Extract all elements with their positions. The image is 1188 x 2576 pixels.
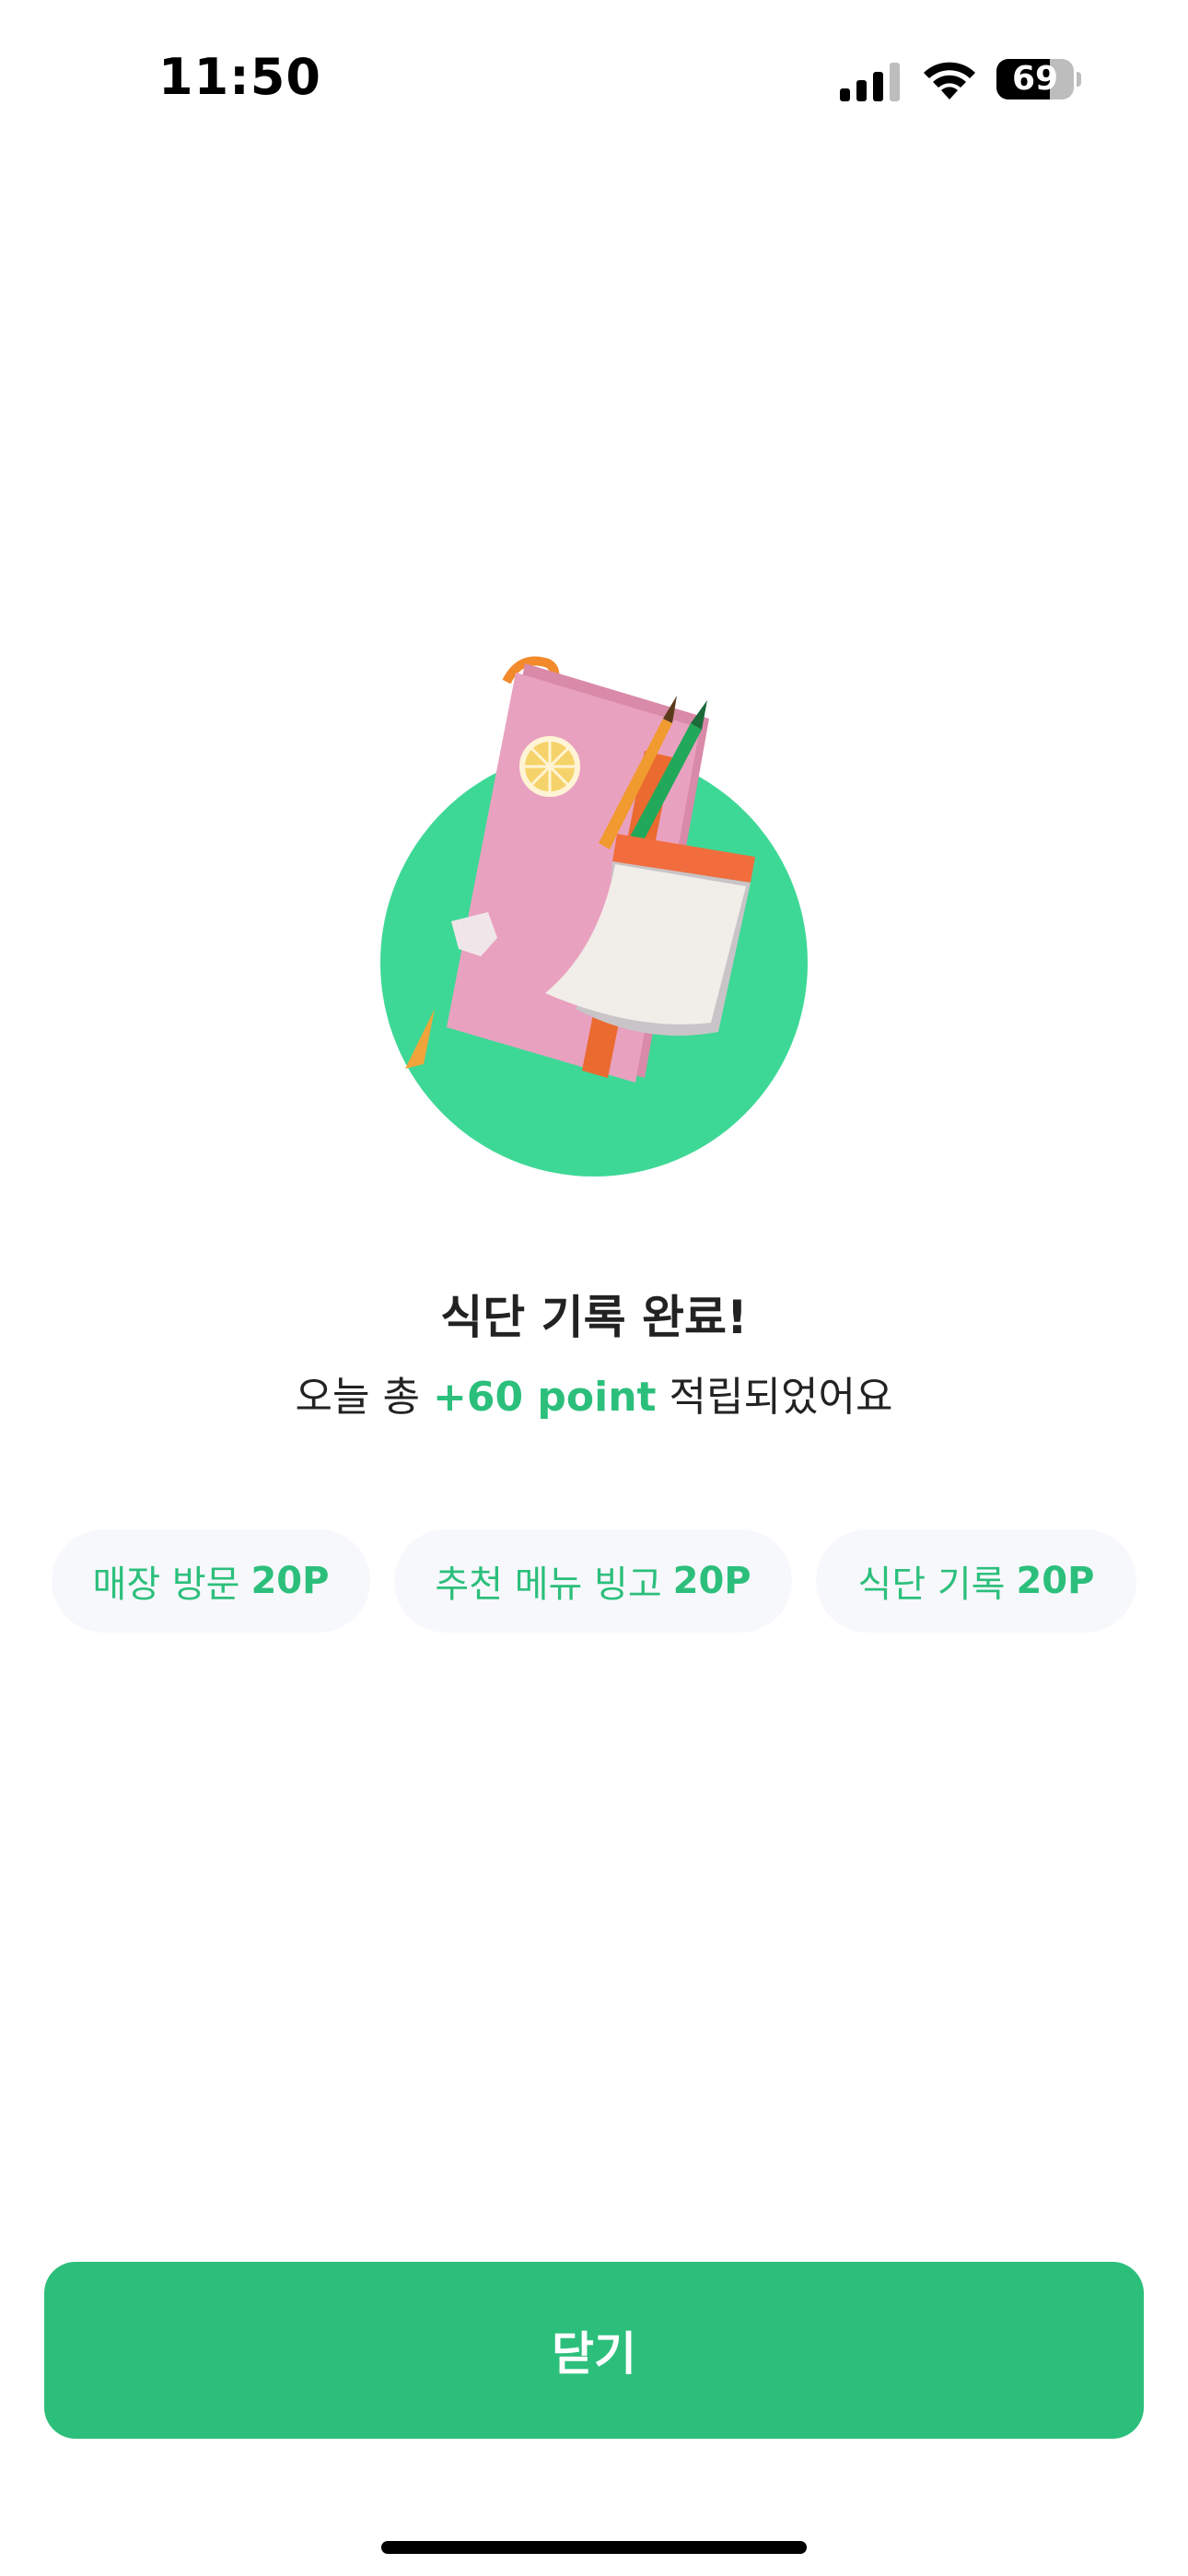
wifi-icon [924,62,975,100]
chip-points: 20P [1016,1560,1095,1602]
points-summary-prefix: 오늘 총 [295,1374,433,1421]
points-summary-suffix: 적립되었어요 [656,1374,893,1421]
chip-menu-bingo: 추천 메뉴 빙고 20P [394,1529,792,1633]
battery-level: 69 [1011,60,1059,98]
chip-label: 식단 기록 [857,1563,1006,1606]
chip-meal-record: 식단 기록 20P [816,1529,1136,1633]
points-summary: 오늘 총 +60 point 적립되었어요 [0,1364,1188,1423]
status-time: 11:50 [158,48,321,106]
notebook-pencils-illustration [380,656,808,1177]
status-bar: 11:50 69 [0,0,1188,157]
chip-points: 20P [672,1560,751,1602]
points-total: +60 point [432,1374,657,1421]
signal-icon [840,63,900,101]
chip-label: 매장 방문 [92,1563,240,1606]
home-indicator[interactable] [381,2541,807,2554]
point-chips: 매장 방문 20P 추천 메뉴 빙고 20P 식단 기록 20P [0,1529,1188,1633]
chip-points: 20P [250,1560,330,1602]
completion-title: 식단 기록 완료! [440,1291,748,1344]
chip-label: 추천 메뉴 빙고 [435,1563,662,1606]
close-button[interactable]: 닫기 [44,2262,1144,2439]
battery-icon: 69 [996,59,1081,100]
chip-store-visit: 매장 방문 20P [52,1529,370,1633]
